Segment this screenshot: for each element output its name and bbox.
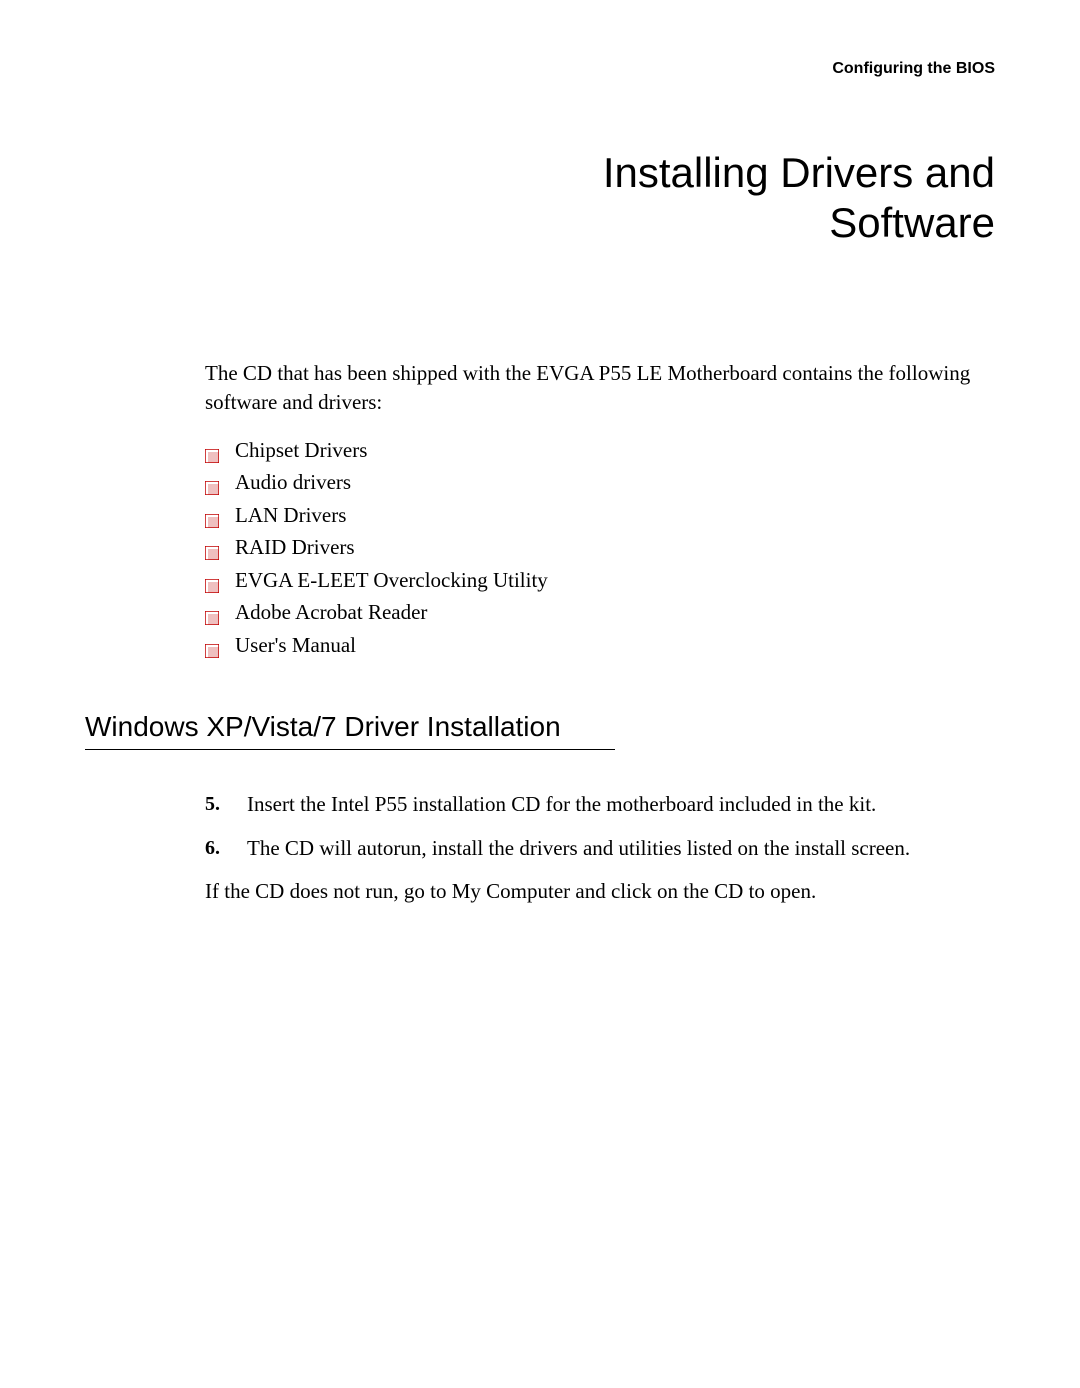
software-bullet-list: Chipset Drivers Audio drivers LAN Driver… xyxy=(205,434,995,662)
bullet-icon xyxy=(205,570,219,584)
list-item: Chipset Drivers xyxy=(205,434,995,467)
bullet-icon xyxy=(205,472,219,486)
list-item-label: LAN Drivers xyxy=(235,503,346,527)
list-item-label: Audio drivers xyxy=(235,470,351,494)
page-container: Configuring the BIOS Installing Drivers … xyxy=(0,0,1080,967)
step-text: Insert the Intel P55 installation CD for… xyxy=(247,792,876,816)
list-item: EVGA E-LEET Overclocking Utility xyxy=(205,564,995,597)
bullet-icon xyxy=(205,537,219,551)
bullet-icon xyxy=(205,635,219,649)
intro-paragraph: The CD that has been shipped with the EV… xyxy=(205,359,995,418)
list-item-label: EVGA E-LEET Overclocking Utility xyxy=(235,568,548,592)
list-item: LAN Drivers xyxy=(205,499,995,532)
list-item: 5. Insert the Intel P55 installation CD … xyxy=(205,790,995,819)
heading-divider xyxy=(85,749,615,750)
list-item: Audio drivers xyxy=(205,466,995,499)
page-title: Installing Drivers and Software xyxy=(85,148,995,249)
closing-paragraph: If the CD does not run, go to My Compute… xyxy=(205,877,995,906)
install-steps-list: 5. Insert the Intel P55 installation CD … xyxy=(205,790,995,863)
list-item-label: RAID Drivers xyxy=(235,535,355,559)
bullet-icon xyxy=(205,505,219,519)
list-item-label: Adobe Acrobat Reader xyxy=(235,600,427,624)
title-line-1: Installing Drivers and xyxy=(603,149,995,196)
header-breadcrumb: Configuring the BIOS xyxy=(85,60,995,78)
bullet-icon xyxy=(205,440,219,454)
list-item: User's Manual xyxy=(205,629,995,662)
list-item-label: User's Manual xyxy=(235,633,356,657)
list-item: 6. The CD will autorun, install the driv… xyxy=(205,834,995,863)
step-text: The CD will autorun, install the drivers… xyxy=(247,836,910,860)
bullet-icon xyxy=(205,602,219,616)
title-line-2: Software xyxy=(829,199,995,246)
section-heading: Windows XP/Vista/7 Driver Installation xyxy=(85,711,995,743)
step-number: 5. xyxy=(205,790,220,818)
list-item: Adobe Acrobat Reader xyxy=(205,596,995,629)
list-item-label: Chipset Drivers xyxy=(235,438,367,462)
list-item: RAID Drivers xyxy=(205,531,995,564)
step-number: 6. xyxy=(205,834,220,862)
